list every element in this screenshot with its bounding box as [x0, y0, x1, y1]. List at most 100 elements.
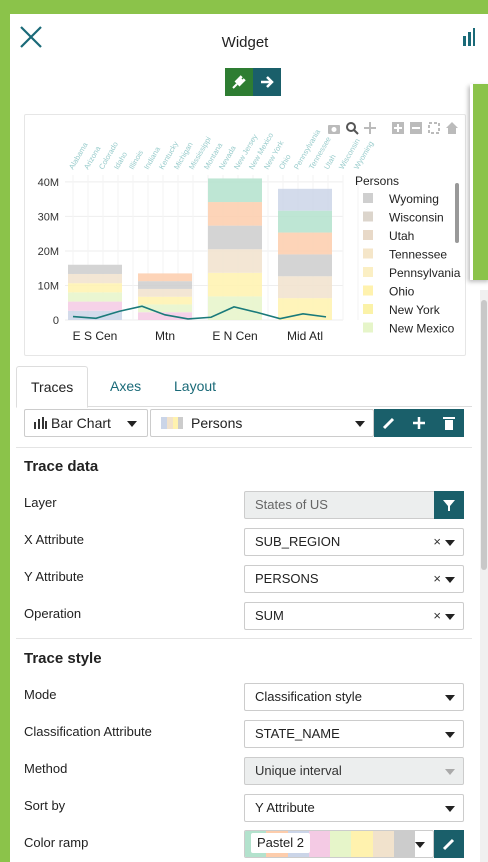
legend-item: Tennessee [389, 248, 447, 262]
method-select: Unique interval [244, 757, 464, 785]
sort-by-value: Y Attribute [255, 800, 315, 815]
tab-layout[interactable]: Layout [160, 366, 230, 406]
classification-attribute-value: STATE_NAME [255, 726, 340, 741]
home-icon[interactable] [445, 121, 459, 135]
mode-value: Classification style [255, 689, 362, 704]
bar-segment [138, 273, 192, 282]
bar-segment [278, 188, 332, 211]
ramp-swatch [308, 831, 330, 857]
y-attribute-select[interactable]: PERSONS × [244, 565, 464, 593]
legend-swatch [363, 230, 373, 240]
x-attribute-select[interactable]: SUB_REGION × [244, 528, 464, 556]
bar-segment [138, 288, 192, 297]
layer-field: States of US [244, 491, 464, 519]
operation-select[interactable]: SUM × [244, 602, 464, 630]
y-attribute-label: Y Attribute [24, 569, 84, 584]
zoom-in-icon[interactable] [391, 121, 405, 135]
legend-swatch [363, 211, 373, 222]
bar-segment [278, 210, 332, 233]
legend-item: New Mexico [389, 322, 455, 336]
y-tick-label: 0 [53, 315, 59, 327]
bar-segment [278, 276, 332, 299]
bar-segment [208, 296, 262, 320]
filter-icon [443, 500, 455, 511]
x-tick-label: Mtn [155, 329, 175, 343]
legend-item: Ohio [389, 285, 415, 299]
sort-by-label: Sort by [24, 798, 66, 813]
x-attribute-label: X Attribute [24, 532, 84, 547]
tab-axes[interactable]: Axes [96, 366, 155, 406]
bar-segment [208, 225, 262, 250]
top-axis-label: Utah [322, 153, 338, 171]
autoscale-icon[interactable] [427, 121, 441, 135]
y-attribute-value: PERSONS [255, 571, 319, 586]
chevron-down-icon [445, 577, 455, 583]
edit-trace-button[interactable] [374, 409, 404, 437]
plug-icon[interactable] [225, 68, 253, 96]
sort-by-select[interactable]: Y Attribute [244, 794, 464, 822]
legend-title: Persons [355, 174, 399, 188]
zoom-icon[interactable] [345, 121, 359, 135]
operation-value: SUM [255, 608, 284, 623]
window-frame-left [0, 0, 10, 862]
bar-segment [208, 249, 262, 273]
arrow-right-icon[interactable] [253, 68, 281, 96]
clear-icon[interactable]: × [433, 529, 441, 555]
pan-icon[interactable] [363, 121, 377, 135]
chevron-down-icon [445, 540, 455, 546]
y-tick-label: 20M [38, 246, 59, 258]
divider [16, 638, 472, 639]
bar-segment [208, 272, 262, 297]
chart-container: 0 10M 20M 30M 40M Alabama Arizona Colorado Idaho… [24, 114, 466, 356]
clear-icon[interactable]: × [433, 603, 441, 629]
classification-attribute-select[interactable]: STATE_NAME [244, 720, 464, 748]
pencil-icon [382, 417, 395, 430]
classification-attribute-label: Classification Attribute [24, 724, 152, 739]
color-ramp-select[interactable]: Pastel 2 [244, 830, 434, 858]
mode-select[interactable]: Classification style [244, 683, 464, 711]
trace-select[interactable]: Persons [150, 409, 374, 437]
chart-type-select[interactable]: Bar Chart [24, 409, 148, 437]
bar-segment [68, 292, 122, 302]
filter-button[interactable] [434, 491, 464, 519]
legend-item: Pennsylvania [389, 266, 461, 280]
color-ramp-value: Pastel 2 [251, 833, 310, 853]
x-tick-label: E N Cen [212, 329, 257, 343]
top-axis-label: Ohio [277, 153, 293, 171]
chevron-down-icon [445, 732, 455, 738]
y-tick-label: 30M [38, 211, 59, 223]
legend-swatch [363, 248, 373, 259]
camera-icon[interactable] [327, 121, 341, 135]
tab-traces[interactable]: Traces [16, 366, 89, 408]
chevron-down-icon [415, 842, 425, 848]
legend-item: New York [389, 303, 441, 317]
ramp-swatch-icon [161, 417, 183, 429]
pencil-icon [442, 838, 455, 851]
add-trace-button[interactable] [404, 409, 434, 437]
bar-segment [68, 264, 122, 274]
x-tick-label: Mid Atl [287, 329, 323, 343]
connection-toggle[interactable] [225, 68, 281, 96]
ramp-swatch [393, 831, 415, 857]
operation-label: Operation [24, 606, 82, 621]
clear-icon[interactable]: × [433, 566, 441, 592]
chevron-down-icon [355, 421, 365, 427]
bar-chart: 010M20M30M40MAlabamaArizonaColoradoIdaho… [38, 127, 461, 343]
y-tick-label: 40M [38, 177, 59, 189]
zoom-out-icon[interactable] [409, 121, 423, 135]
bar-segment [138, 281, 192, 289]
edit-color-ramp-button[interactable] [434, 830, 464, 858]
bar-segment [278, 232, 332, 255]
method-label: Method [24, 761, 68, 776]
ramp-swatch [330, 831, 352, 857]
ramp-swatch [372, 831, 394, 857]
legend-scrollbar [455, 183, 459, 243]
bar-segment [208, 202, 262, 226]
window-frame-top [0, 0, 488, 14]
bar-chart-icon [34, 417, 47, 429]
mode-label: Mode [24, 687, 57, 702]
scrollbar-thumb[interactable] [481, 300, 487, 570]
bar-segment [68, 301, 122, 311]
delete-trace-button[interactable] [434, 409, 464, 437]
legend-item: Utah [389, 229, 414, 243]
